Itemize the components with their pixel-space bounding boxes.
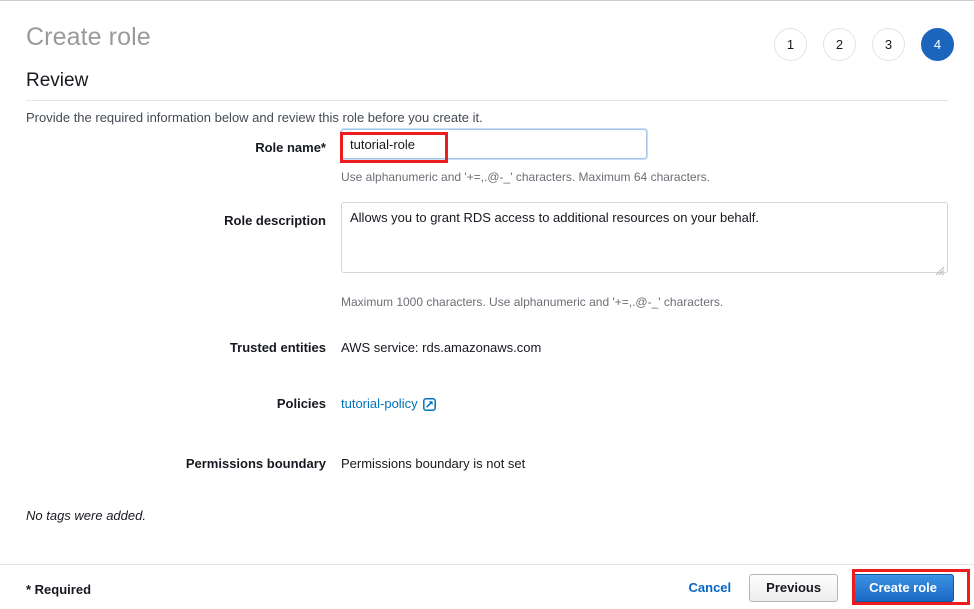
page-title: Create role <box>26 23 151 51</box>
step-2[interactable]: 2 <box>823 28 856 61</box>
previous-button[interactable]: Previous <box>749 574 839 602</box>
page-description: Provide the required information below a… <box>26 110 483 125</box>
role-name-field-wrap <box>341 129 647 159</box>
policies-label: Policies <box>276 396 326 411</box>
step-4[interactable]: 4 <box>921 28 954 61</box>
header-divider <box>26 100 948 101</box>
footer-bar: * Required Cancel Previous Create role <box>0 565 974 609</box>
role-description-label: Role description <box>224 213 326 228</box>
required-note: * Required <box>26 582 92 597</box>
role-name-hint: Use alphanumeric and '+=,.@-_' character… <box>341 170 710 184</box>
role-description-hint: Maximum 1000 characters. Use alphanumeri… <box>341 295 724 309</box>
policies-value: tutorial-policy <box>341 395 436 413</box>
trusted-entities-label: Trusted entities <box>229 340 326 355</box>
create-role-page: Create role 1 2 3 4 Review Provide the r… <box>0 0 974 608</box>
step-3[interactable]: 3 <box>872 28 905 61</box>
role-description-field-wrap <box>341 202 948 278</box>
tags-note: No tags were added. <box>26 508 146 523</box>
policy-link-label: tutorial-policy <box>341 396 418 411</box>
section-title-review: Review <box>26 70 89 91</box>
role-name-input[interactable] <box>341 129 647 159</box>
role-name-label: Role name* <box>255 140 326 155</box>
create-role-button[interactable]: Create role <box>852 574 954 602</box>
cancel-button[interactable]: Cancel <box>685 575 736 601</box>
permissions-boundary-label: Permissions boundary <box>185 456 326 471</box>
step-1[interactable]: 1 <box>774 28 807 61</box>
role-description-textarea[interactable] <box>341 202 948 273</box>
policy-link[interactable]: tutorial-policy <box>341 395 436 413</box>
footer-actions: Cancel Previous Create role <box>685 574 954 602</box>
permissions-boundary-value: Permissions boundary is not set <box>341 456 526 471</box>
trusted-entities-value: AWS service: rds.amazonaws.com <box>341 340 542 355</box>
external-link-icon <box>422 397 436 411</box>
step-indicator: 1 2 3 4 <box>774 28 954 61</box>
